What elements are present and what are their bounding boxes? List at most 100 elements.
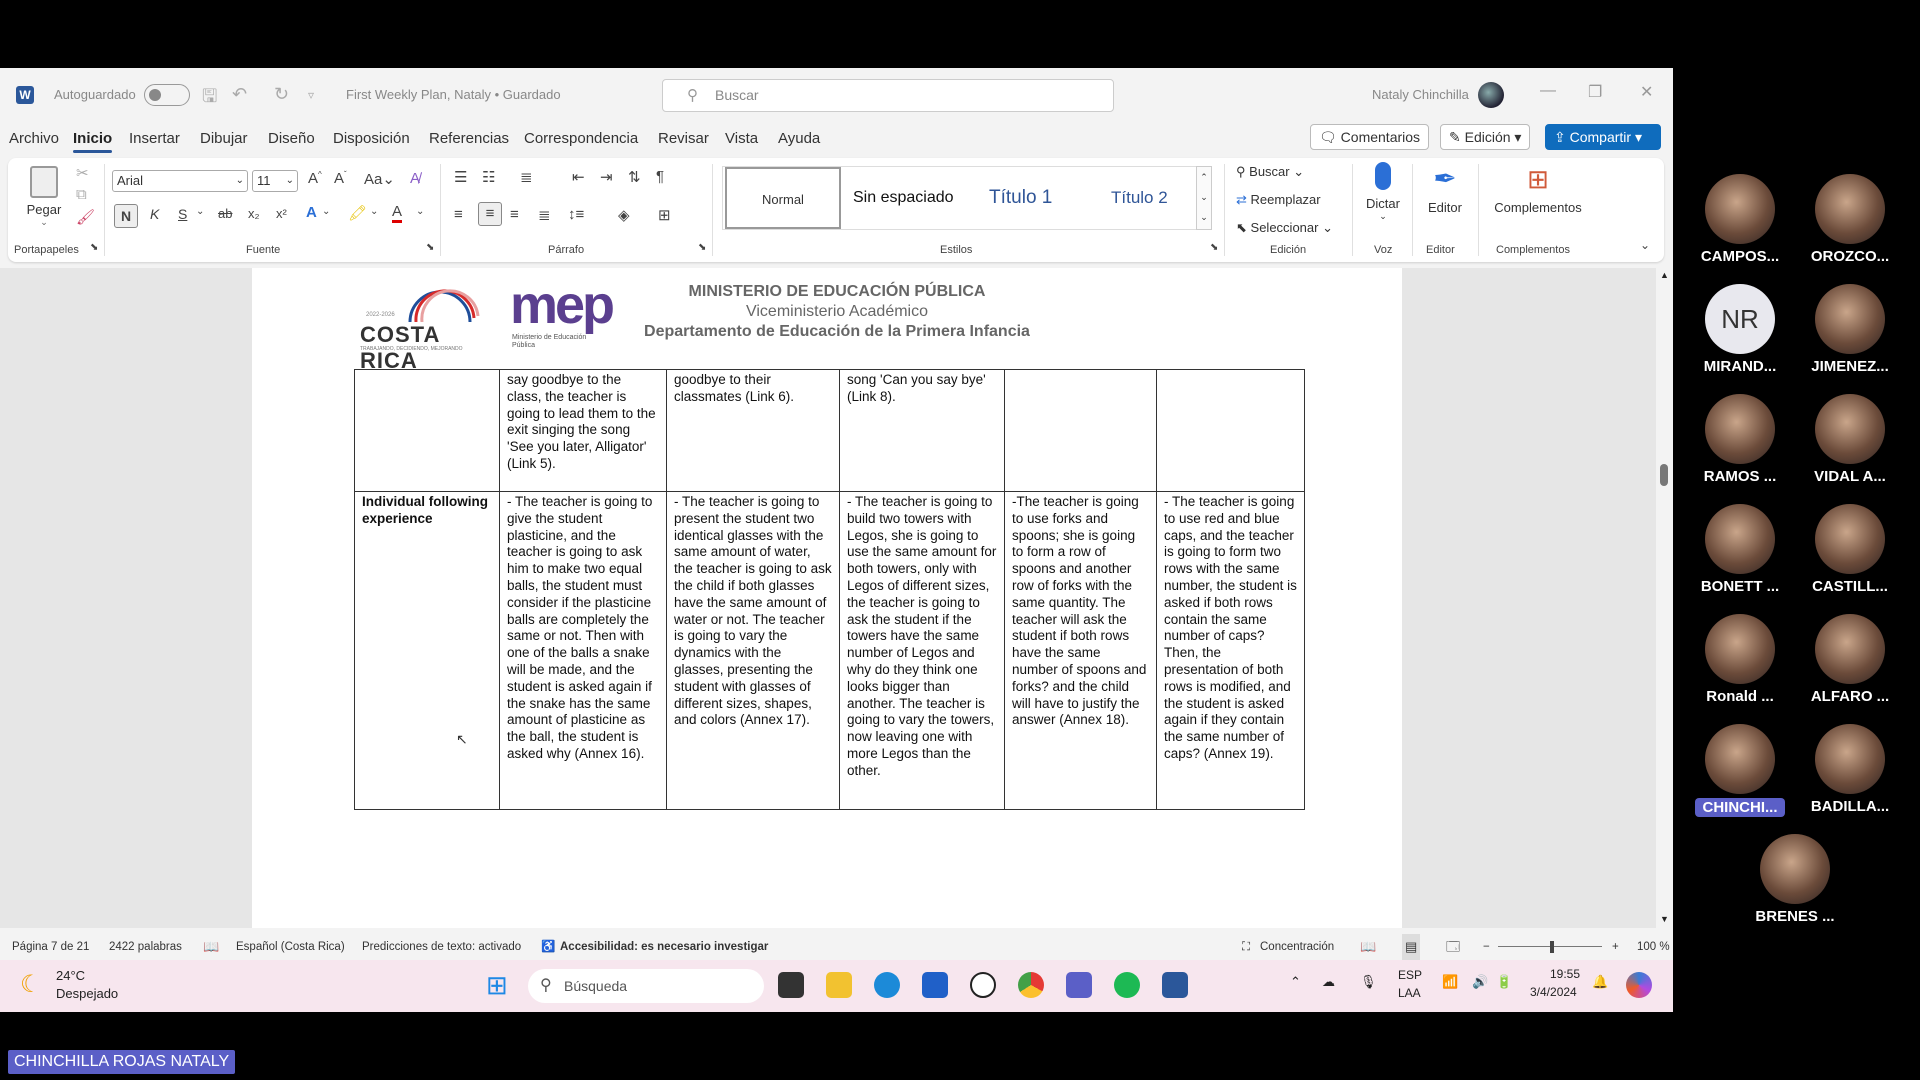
align-center-icon[interactable]: ≡ [478,202,502,226]
web-layout-icon[interactable]: 🗔 [1446,934,1460,960]
autosave-toggle[interactable] [144,84,190,106]
edit-mode-button[interactable]: ✎ Edición ▾ [1440,124,1531,150]
align-left-icon[interactable]: ≡ [454,206,463,223]
participant-tile[interactable]: BRENES ... [1740,834,1850,925]
zoom-slider-thumb[interactable] [1550,941,1554,953]
user-avatar[interactable] [1478,82,1504,108]
comments-button[interactable]: 🗨 Comentarios [1310,124,1430,150]
tab-insertar[interactable]: Insertar [129,130,180,147]
document-page[interactable]: 2022-2026 COSTA RICA TRABAJANDO, DECIDIE… [252,268,1402,928]
multilevel-list-icon[interactable]: ≣ [520,168,533,186]
zoom-out-icon[interactable]: − [1483,934,1490,960]
highlight-chevron-icon[interactable]: ⌄ [370,206,378,217]
scroll-up-icon[interactable]: ▲ [1660,270,1669,280]
numbering-icon[interactable]: ☷ [482,168,495,186]
teams-icon[interactable] [1066,972,1092,998]
tab-revisar[interactable]: Revisar [658,130,709,147]
dictate-button[interactable]: Dictar ⌄ [1360,162,1406,222]
addins-button[interactable]: ⊞ Complementos [1488,162,1588,215]
tab-diseno[interactable]: Diseño [268,130,315,147]
language-status[interactable]: Español (Costa Rica) [236,934,345,960]
table-cell[interactable] [1004,369,1157,492]
replace-button[interactable]: ⇄ Reemplazar [1236,192,1321,208]
tray-chevron-icon[interactable]: ⌃ [1290,974,1301,990]
dell-icon[interactable] [970,972,996,998]
copilot-icon[interactable] [1626,972,1652,998]
font-color-icon[interactable]: A [392,204,403,223]
focus-mode[interactable]: Concentración [1260,934,1334,960]
decrease-indent-icon[interactable]: ⇤ [572,168,585,186]
style-no-spacing[interactable]: Sin espaciado [853,167,963,229]
style-normal[interactable]: Normal [725,167,841,229]
zoom-level[interactable]: 100 % [1637,934,1670,960]
weather-temperature[interactable]: 24°C [56,968,85,983]
word-taskbar-icon[interactable] [1162,972,1188,998]
table-cell[interactable]: - The teacher is going to present the st… [666,491,840,810]
styles-scroll[interactable]: ⌃ ⌄ ⌄ [1196,166,1212,230]
file-explorer-icon[interactable] [826,972,852,998]
font-size-select[interactable]: 11 ⌄ [252,170,298,192]
table-cell-row-heading[interactable]: Individual following experience [354,491,500,810]
style-title-1[interactable]: Título 1 [989,167,1089,229]
subscript-icon[interactable]: x₂ [248,206,260,221]
cut-icon[interactable]: ✂ [76,164,89,182]
strikethrough-icon[interactable]: ab [218,206,232,221]
clear-format-icon[interactable]: A̸ [410,170,420,187]
style-title-2[interactable]: Título 2 [1111,167,1191,229]
tab-archivo[interactable]: Archivo [9,130,59,147]
focus-icon[interactable]: ⛶ [1242,934,1250,960]
participant-tile[interactable]: VIDAL A... [1795,394,1905,485]
notifications-icon[interactable]: 🔔 [1592,974,1608,990]
close-icon[interactable]: ✕ [1640,82,1653,102]
find-button[interactable]: ⚲ Buscar ⌄ [1236,164,1304,180]
tab-ayuda[interactable]: Ayuda [778,130,820,147]
text-effects-icon[interactable]: A [306,204,317,221]
participant-tile[interactable]: Ronald ... [1685,614,1795,705]
participant-tile[interactable]: OROZCO... [1795,174,1905,265]
participant-tile[interactable]: JIMENEZ... [1795,284,1905,375]
justify-icon[interactable]: ≣ [538,206,551,224]
weather-condition[interactable]: Despejado [56,986,118,1001]
microphone-tray-icon[interactable]: 🎙 [1360,974,1377,990]
undo-icon[interactable]: ↶ [232,84,247,105]
change-case-icon[interactable]: Aa⌄ [364,170,395,188]
font-name-select[interactable]: Arial ⌄ [112,170,248,192]
participant-tile[interactable]: BADILLA... [1795,724,1905,815]
bullets-icon[interactable]: ☰ [454,168,467,186]
clock-date[interactable]: 3/4/2024 [1530,985,1577,999]
tab-dibujar[interactable]: Dibujar [200,130,248,147]
scroll-down-icon[interactable]: ▼ [1660,914,1669,924]
underline-button[interactable]: S [178,206,187,222]
select-button[interactable]: ⬉ Seleccionar ⌄ [1236,220,1333,236]
underline-chevron-icon[interactable]: ⌄ [196,206,204,217]
format-painter-icon[interactable]: 🖌 [76,208,95,226]
text-predictions-status[interactable]: Predicciones de texto: activado [362,934,521,960]
table-cell[interactable]: - The teacher is going to use red and bl… [1156,491,1305,810]
document-title[interactable]: First Weekly Plan, Nataly • Guardado [346,87,561,102]
input-language[interactable]: ESP [1398,968,1422,982]
paste-button[interactable]: Pegar ⌄ [24,166,64,236]
save-icon[interactable]: 🖫 [202,84,217,114]
volume-icon[interactable]: 🔊 [1472,974,1488,990]
share-button[interactable]: ⇪ Compartir ▾ [1545,124,1661,150]
italic-button[interactable]: K [150,206,159,222]
table-cell[interactable]: -The teacher is going to use forks and s… [1004,491,1157,810]
vertical-scrollbar[interactable]: ▲ ▼ [1656,268,1673,928]
shading-icon[interactable]: ◈ [618,206,630,224]
taskbar-search[interactable]: ⚲ Búsqueda [528,969,764,1003]
chrome-icon[interactable] [1018,972,1044,998]
participant-tile[interactable]: RAMOS ... [1685,394,1795,485]
input-language-region[interactable]: LAA [1398,986,1421,1000]
table-cell[interactable] [354,369,500,492]
clock-time[interactable]: 19:55 [1550,967,1580,981]
table-cell[interactable]: song 'Can you say bye' (Link 8). [839,369,1005,492]
align-right-icon[interactable]: ≡ [510,206,519,223]
onedrive-icon[interactable]: ☁ [1322,974,1335,990]
table-cell[interactable] [1156,369,1305,492]
battery-icon[interactable]: 🔋 [1496,974,1512,990]
word-count[interactable]: 2422 palabras [109,934,182,960]
restore-icon[interactable]: ❐ [1588,82,1602,102]
read-mode-icon[interactable]: 📖 [1360,934,1376,960]
accessibility-status[interactable]: Accesibilidad: es necesario investigar [560,934,768,960]
collapse-ribbon-icon[interactable]: ⌄ [1640,238,1650,252]
